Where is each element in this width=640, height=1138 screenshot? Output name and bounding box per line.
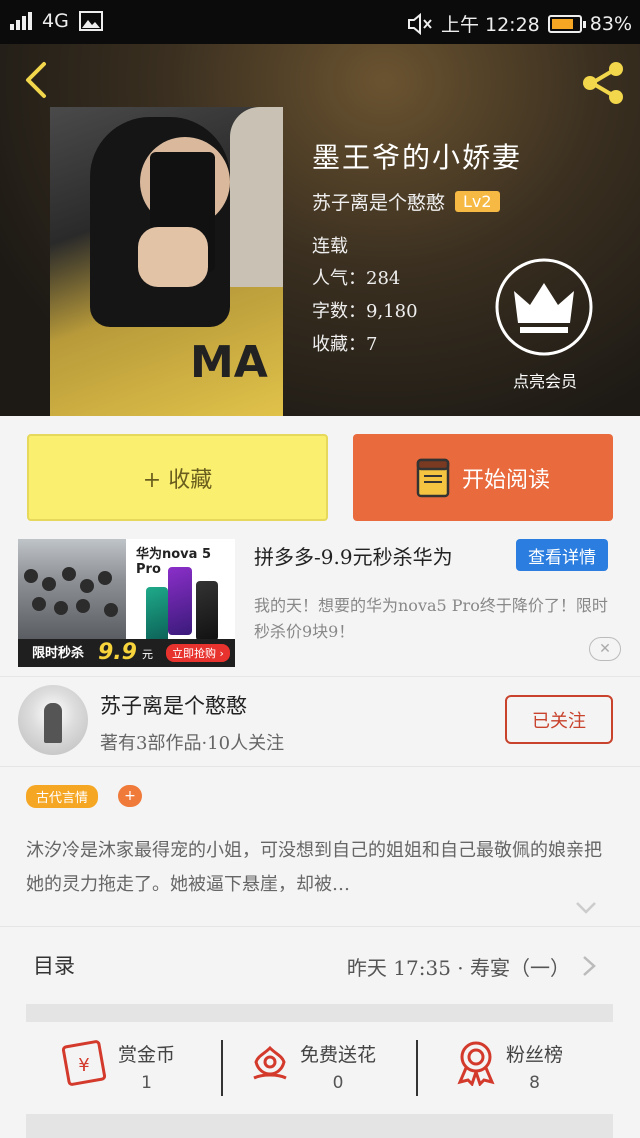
flower-icon bbox=[253, 1045, 287, 1080]
clock: 上午 12:28 bbox=[440, 14, 540, 36]
follow-button[interactable]: 已关注 bbox=[505, 695, 613, 744]
stat-divider bbox=[416, 1040, 418, 1096]
catalog-label[interactable]: 目录 bbox=[33, 950, 75, 980]
book-author[interactable]: 苏子离是个憨憨 bbox=[312, 188, 445, 215]
status-bar: 4G 上午 12:28 83% bbox=[0, 0, 640, 44]
ad-image-price: 9.9 bbox=[98, 640, 137, 665]
book-cover[interactable]: MA bbox=[50, 107, 283, 416]
divider bbox=[0, 766, 640, 767]
catalog-latest-chapter[interactable]: 昨天 17:35 · 寿宴（一） bbox=[347, 952, 570, 981]
author-name[interactable]: 苏子离是个憨憨 bbox=[100, 690, 247, 720]
cover-shirt-text: MA bbox=[190, 337, 268, 388]
share-icon[interactable] bbox=[578, 58, 628, 108]
book-title: 墨王爷的小娇妻 bbox=[312, 141, 523, 174]
free-flower-label: 免费送花 bbox=[300, 1044, 377, 1066]
chevron-right-icon[interactable] bbox=[581, 954, 597, 978]
red-envelope-icon: ¥ bbox=[61, 1040, 107, 1086]
ad-detail-button[interactable]: 查看详情 bbox=[516, 539, 608, 571]
network-type: 4G bbox=[42, 10, 69, 32]
genre-tag[interactable]: 古代言情 bbox=[26, 785, 99, 808]
fan-ranking-stat[interactable]: 粉丝榜 8 bbox=[456, 1040, 563, 1096]
author-level-badge: Lv2 bbox=[455, 191, 500, 212]
medal-icon bbox=[457, 1041, 495, 1086]
free-flower-value: 0 bbox=[332, 1073, 344, 1093]
divider bbox=[0, 926, 640, 927]
author-avatar[interactable] bbox=[18, 685, 88, 755]
section-spacer bbox=[26, 1004, 613, 1022]
section-spacer bbox=[26, 1114, 613, 1138]
vip-label[interactable]: 点亮会员 bbox=[500, 368, 590, 392]
battery-percent: 83% bbox=[589, 12, 632, 35]
reward-coin-value: 1 bbox=[141, 1073, 152, 1093]
book-status: 连载 bbox=[312, 236, 348, 257]
ad-close-button[interactable]: ✕ bbox=[589, 637, 621, 661]
book-popularity: 人气：284 bbox=[312, 268, 401, 289]
ad-image[interactable]: 华为nova 5 Pro 限时秒杀 9.9 元 立即抢购 › bbox=[18, 539, 235, 667]
reward-coin-stat[interactable]: ¥ 赏金币 1 bbox=[60, 1040, 175, 1096]
ad-title[interactable]: 拼多多-9.9元秒杀华为 bbox=[254, 541, 453, 570]
ad-description[interactable]: 我的天！想要的华为nova5 Pro终于降价了！限时秒杀价9块9！ bbox=[254, 593, 616, 645]
start-reading-button[interactable]: 开始阅读 bbox=[353, 434, 613, 521]
battery-icon bbox=[547, 14, 586, 33]
fan-ranking-label: 粉丝榜 bbox=[506, 1044, 564, 1066]
back-arrow-icon[interactable] bbox=[18, 60, 58, 100]
start-reading-label: 开始阅读 bbox=[461, 467, 550, 493]
book-header: MA 墨王爷的小娇妻 苏子离是个憨憨 Lv2 连载 人气：284 字数：9,18… bbox=[0, 44, 640, 416]
synopsis[interactable]: 沐汐冷是沐家最得宠的小姐，可没想到自己的姐姐和自己最敬佩的娘亲把她的灵力拖走了。… bbox=[26, 834, 610, 902]
mute-icon bbox=[407, 12, 432, 35]
collect-button[interactable]: + 收藏 bbox=[27, 434, 328, 521]
book-word-count: 字数：9,180 bbox=[312, 301, 418, 322]
fan-ranking-value: 8 bbox=[529, 1073, 540, 1093]
ad-image-unit: 元 bbox=[142, 648, 153, 661]
book-icon bbox=[416, 458, 450, 497]
signal-icon bbox=[10, 12, 32, 30]
author-meta: 著有3部作品·10人关注 bbox=[100, 733, 285, 754]
add-tag-button[interactable]: + bbox=[118, 785, 142, 807]
stat-divider bbox=[221, 1040, 223, 1096]
chevron-down-icon[interactable] bbox=[575, 900, 597, 916]
ad-image-buy: 立即抢购 › bbox=[166, 644, 230, 662]
ad-image-flash: 限时秒杀 bbox=[32, 646, 85, 661]
free-flower-stat[interactable]: 免费送花 0 bbox=[250, 1040, 376, 1096]
crown-icon[interactable] bbox=[494, 257, 594, 357]
divider bbox=[0, 676, 640, 677]
book-favorites: 收藏：7 bbox=[312, 334, 378, 355]
svg-text:¥: ¥ bbox=[78, 1055, 89, 1076]
reward-coin-label: 赏金币 bbox=[118, 1044, 176, 1066]
image-icon bbox=[78, 11, 103, 31]
